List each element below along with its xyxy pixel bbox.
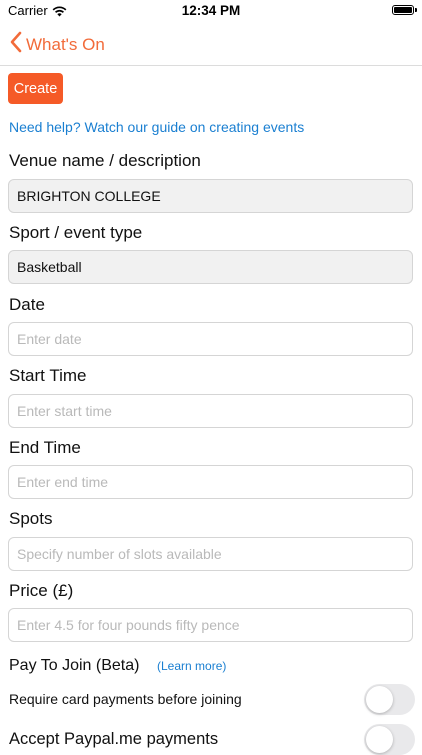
toggle-knob [366,726,393,753]
battery-icon [392,5,417,15]
require-card-label: Require card payments before joining [9,691,242,707]
chevron-left-icon [10,31,22,58]
status-time: 12:34 PM [181,3,241,18]
sport-input[interactable] [8,250,413,284]
status-bar: Carrier 12:34 PM [0,0,422,22]
spots-label: Spots [9,509,53,528]
date-input[interactable] [8,322,413,356]
pay-to-join-label: Pay To Join (Beta) [9,657,140,674]
date-label: Date [9,295,45,314]
require-card-toggle[interactable] [364,684,415,715]
create-button[interactable]: Create [8,73,63,104]
back-button[interactable]: What's On [10,31,105,58]
sport-label: Sport / event type [9,223,143,242]
venue-input[interactable] [8,179,413,213]
paypal-label: Accept Paypal.me payments [9,730,219,748]
navigation-bar: What's On [0,22,422,66]
help-guide-link[interactable]: Need help? Watch our guide on creating e… [9,119,304,135]
paypal-toggle[interactable] [364,724,415,755]
start-time-label: Start Time [9,366,87,385]
learn-more-link[interactable]: (Learn more) [157,659,226,673]
spots-input[interactable] [8,537,413,571]
price-label: Price (£) [9,581,74,600]
venue-label: Venue name / description [9,151,201,170]
price-input[interactable] [8,608,413,642]
back-label: What's On [26,34,105,54]
toggle-knob [366,686,393,713]
start-time-input[interactable] [8,394,413,428]
end-time-label: End Time [9,438,81,457]
end-time-input[interactable] [8,465,413,499]
